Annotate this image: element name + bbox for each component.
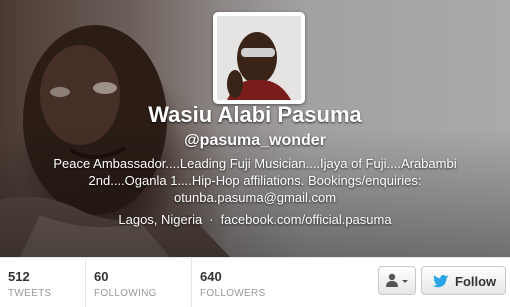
- follow-button-label: Follow: [455, 274, 497, 289]
- profile-bio: Peace Ambassador....Leading Fuji Musicia…: [53, 156, 457, 205]
- profile-location: Lagos, Nigeria: [118, 212, 203, 227]
- twitter-bird-icon: [432, 275, 449, 288]
- stat-label: FOLLOWERS: [200, 288, 266, 299]
- stat-value: 512: [8, 269, 30, 284]
- profile-meta: Lagos, Nigeria · facebook.com/official.pas…: [0, 212, 510, 227]
- stat-following[interactable]: 60 FOLLOWING: [86, 258, 192, 307]
- meta-separator: ·: [209, 212, 214, 227]
- profile-handle[interactable]: @pasuma_wonder: [0, 132, 510, 150]
- stat-label: FOLLOWING: [94, 288, 157, 299]
- user-actions-button[interactable]: [378, 266, 416, 295]
- stat-tweets[interactable]: 512 TWEETS: [0, 258, 86, 307]
- profile-avatar[interactable]: [213, 12, 305, 104]
- follow-button[interactable]: Follow: [421, 266, 506, 295]
- stat-followers[interactable]: 640 FOLLOWERS: [192, 258, 292, 307]
- stat-value: 60: [94, 269, 109, 284]
- stat-label: TWEETS: [8, 288, 52, 299]
- stat-value: 640: [200, 269, 222, 284]
- profile-name: Wasiu Alabi Pasuma: [148, 102, 362, 127]
- person-dropdown-icon: [386, 273, 408, 287]
- profile-card: Wasiu Alabi Pasuma @pasuma_wonder Peace …: [0, 0, 510, 307]
- profile-website-link[interactable]: facebook.com/official.pasuma: [221, 212, 392, 227]
